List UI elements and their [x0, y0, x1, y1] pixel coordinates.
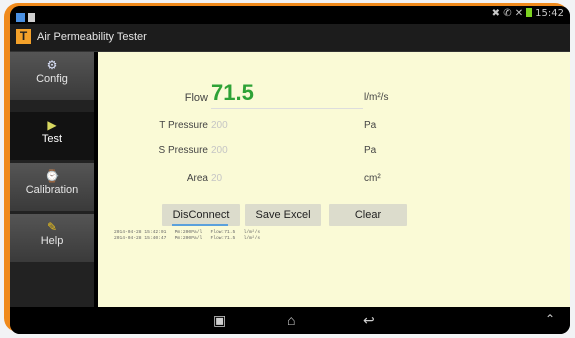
s-pressure-label: S Pressure	[158, 145, 208, 156]
android-nav-bar: ▣ ⌂ ↩ ⌃	[10, 307, 570, 334]
tablet-screen: ✖ ✆ ✕ 15:42 T Air Permeability Tester ⚙ C…	[10, 6, 570, 334]
home-icon[interactable]: ⌂	[287, 312, 295, 328]
app-title: Air Permeability Tester	[37, 31, 147, 43]
notification-icon	[16, 13, 25, 22]
s-pressure-field[interactable]: 200	[211, 145, 228, 156]
battery-icon	[526, 8, 533, 17]
clear-button[interactable]: Clear	[329, 204, 407, 226]
sidebar-item-help[interactable]: ✎ Help	[10, 214, 94, 263]
t-pressure-field[interactable]: 200	[211, 120, 228, 131]
t-pressure-unit: Pa	[364, 120, 377, 131]
sidebar: ⚙ Config ▶ Test ⌚ Calibration ✎ Help	[10, 52, 94, 307]
flow-row: Flow 71.5 l/m²/s	[98, 80, 570, 110]
flow-label: Flow	[184, 92, 208, 104]
usb-icon	[28, 13, 35, 22]
sidebar-item-config[interactable]: ⚙ Config	[10, 52, 94, 101]
test-log: 2014-04-28 15:42:01 Pm:200Pa/l Flow:71.5…	[114, 230, 260, 242]
area-unit: cm²	[364, 173, 381, 184]
sidebar-item-test[interactable]: ▶ Test	[10, 112, 94, 161]
app-logo-icon: T	[16, 29, 31, 44]
save-excel-button[interactable]: Save Excel	[245, 204, 321, 226]
back-icon[interactable]: ↩	[363, 312, 375, 329]
calibration-icon: ⌚	[44, 169, 60, 183]
disconnect-button[interactable]: DisConnect	[162, 204, 240, 226]
save-excel-label: Save Excel	[255, 209, 311, 221]
sidebar-item-calibration[interactable]: ⌚ Calibration	[10, 163, 94, 212]
status-time: 15:42	[535, 8, 564, 19]
t-pressure-label: T Pressure	[159, 120, 208, 131]
log-entry: 2014-04-28 15:40:47 Pm:200Pa/l Flow:71.5…	[114, 236, 261, 241]
disconnect-focus-indicator	[172, 224, 228, 226]
status-bar: ✖ ✆ ✕ 15:42	[10, 6, 570, 24]
help-icon: ✎	[46, 220, 58, 234]
test-panel: Flow 71.5 l/m²/s T Pressure 200 Pa S Pre…	[98, 52, 570, 307]
s-pressure-unit: Pa	[364, 145, 377, 156]
area-label: Area	[186, 173, 208, 184]
flow-value: 71.5	[211, 80, 254, 105]
chevron-up-icon[interactable]: ⌃	[545, 312, 555, 326]
flow-unit: l/m²/s	[364, 92, 389, 103]
config-icon: ⚙	[46, 58, 58, 72]
area-field[interactable]: 20	[211, 173, 222, 184]
signal-icon: ✖ ✆ ✕	[491, 8, 524, 19]
app-title-bar: T Air Permeability Tester	[10, 24, 570, 52]
test-icon: ▶	[47, 118, 57, 132]
clear-label: Clear	[354, 209, 382, 221]
recent-apps-icon[interactable]: ▣	[213, 312, 226, 329]
flow-underline	[211, 108, 363, 109]
disconnect-label: DisConnect	[172, 209, 230, 221]
